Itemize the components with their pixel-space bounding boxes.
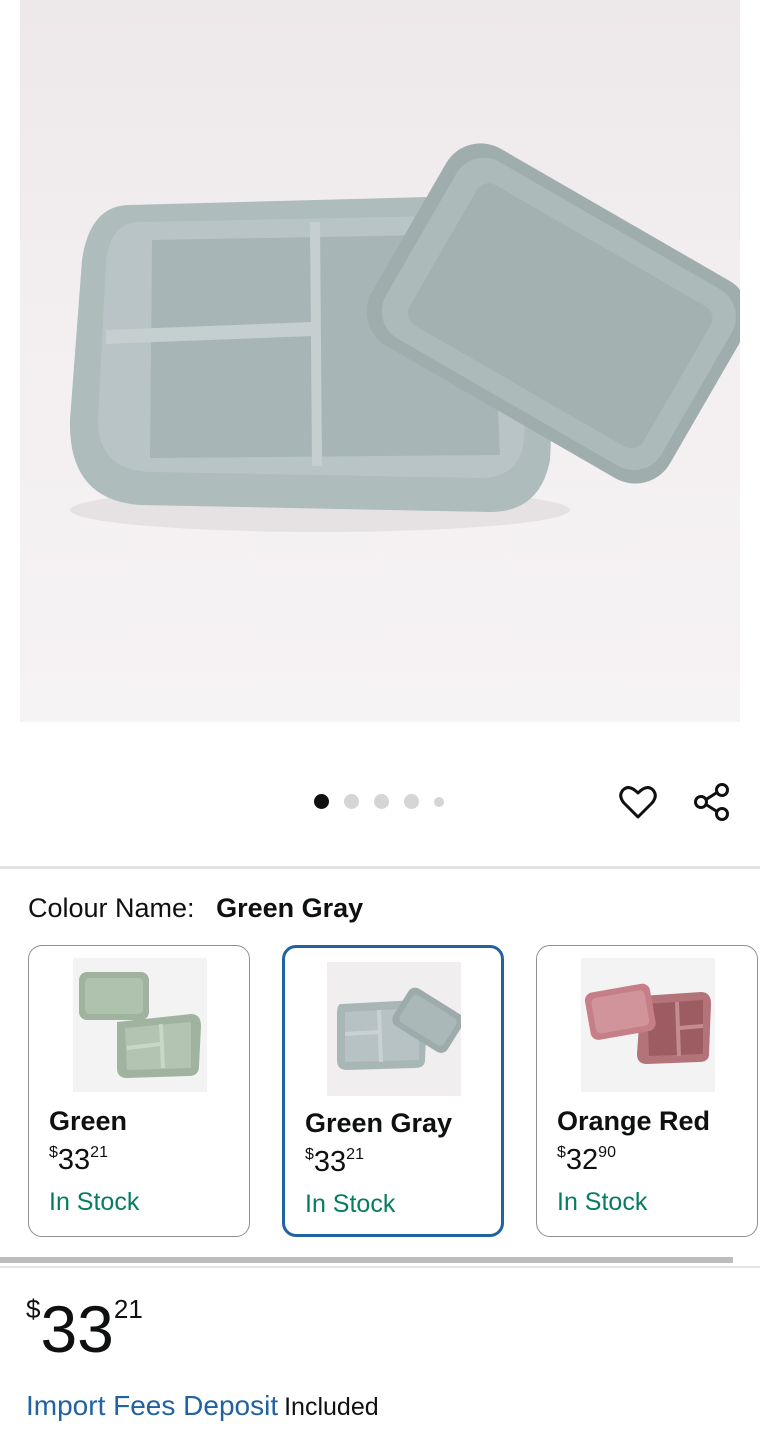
- swatch-thumbnail: [581, 958, 715, 1092]
- import-fees-link[interactable]: Import Fees Deposit: [26, 1390, 278, 1421]
- product-image[interactable]: [20, 0, 740, 722]
- colour-selected-value: Green Gray: [216, 893, 364, 923]
- swatch-stock-status: In Stock: [49, 1188, 140, 1216]
- carousel-dot[interactable]: [344, 794, 359, 809]
- swatch-orange-red[interactable]: Orange Red $3290 In Stock: [536, 945, 758, 1237]
- swatch-scrollbar[interactable]: [0, 1257, 733, 1263]
- section-divider: [0, 1266, 760, 1268]
- import-fees-included: Included: [284, 1393, 379, 1421]
- colour-name-row: Colour Name: Green Gray: [28, 893, 363, 924]
- share-icon[interactable]: [690, 780, 734, 824]
- carousel-dot[interactable]: [434, 796, 444, 807]
- swatch-price: $3321: [305, 1146, 364, 1178]
- import-fees-row: Import Fees Deposit Included: [26, 1390, 379, 1422]
- carousel-dot[interactable]: [404, 794, 419, 809]
- colour-label: Colour Name:: [28, 893, 195, 923]
- swatch-name: Orange Red: [557, 1106, 711, 1136]
- carousel-indicator: [314, 794, 444, 809]
- swatch-name: Green Gray: [305, 1108, 453, 1138]
- swatch-green[interactable]: Green $3321 In Stock: [28, 945, 250, 1237]
- swatch-price: $3321: [49, 1144, 108, 1176]
- swatch-name: Green: [49, 1106, 128, 1136]
- carousel-dot[interactable]: [374, 794, 389, 809]
- swatch-stock-status: In Stock: [557, 1188, 648, 1216]
- swatch-thumbnail: [327, 962, 461, 1096]
- swatch-price: $3290: [557, 1144, 616, 1176]
- swatch-thumbnail: [73, 958, 207, 1092]
- swatch-green-gray[interactable]: Green Gray $3321 In Stock: [282, 945, 504, 1237]
- heart-icon[interactable]: [616, 780, 660, 824]
- swatch-stock-status: In Stock: [305, 1190, 396, 1218]
- product-price: $3321: [26, 1292, 143, 1366]
- carousel-dot[interactable]: [314, 794, 329, 809]
- section-divider: [0, 866, 760, 869]
